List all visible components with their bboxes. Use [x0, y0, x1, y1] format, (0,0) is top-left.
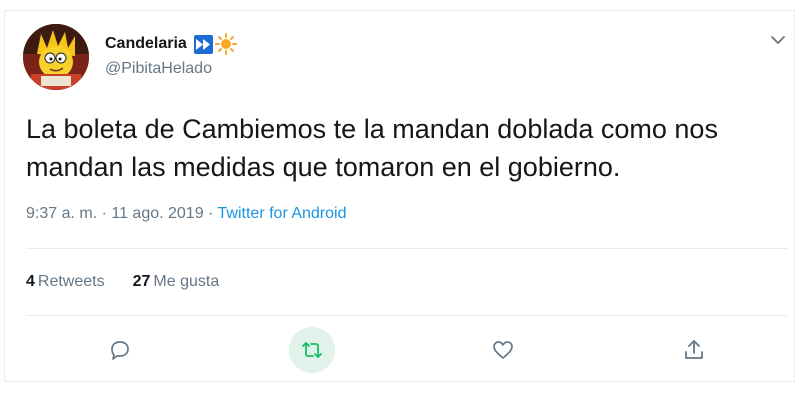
retweets-label: Retweets	[37, 273, 105, 290]
sun-icon	[214, 33, 237, 55]
avatar[interactable]	[23, 24, 89, 90]
share-button[interactable]	[671, 327, 717, 373]
source-link[interactable]: Twitter for Android	[218, 205, 347, 222]
reply-icon	[111, 341, 129, 360]
retweets-stat[interactable]: 4 Retweets	[26, 273, 105, 291]
user-name-row: Candelaria	[105, 33, 237, 55]
retweet-icon	[302, 342, 322, 358]
divider	[26, 248, 788, 249]
display-name[interactable]: Candelaria	[105, 35, 187, 53]
timestamp[interactable]: 9:37 a. m. · 11 ago. 2019 ·	[26, 205, 218, 222]
like-icon	[493, 341, 513, 359]
engagement-stats: 4 Retweets 27 Me gusta	[26, 273, 247, 291]
retweet-button[interactable]	[289, 327, 335, 373]
chevron-down-icon[interactable]	[768, 30, 788, 50]
tweet-text: La boleta de Cambiemos te la mandan dobl…	[26, 114, 718, 182]
likes-count: 27	[132, 273, 151, 290]
likes-stat[interactable]: 27 Me gusta	[133, 273, 220, 291]
fast-forward-icon	[193, 34, 213, 54]
retweets-count: 4	[26, 273, 35, 290]
divider	[26, 315, 788, 316]
likes-label: Me gusta	[153, 273, 220, 290]
tweet-meta: 9:37 a. m. · 11 ago. 2019 · Twitter for …	[26, 205, 346, 223]
share-icon	[685, 340, 703, 359]
user-handle[interactable]: @PibitaHelado	[105, 60, 212, 78]
reply-button[interactable]	[97, 327, 143, 373]
like-button[interactable]	[480, 327, 526, 373]
